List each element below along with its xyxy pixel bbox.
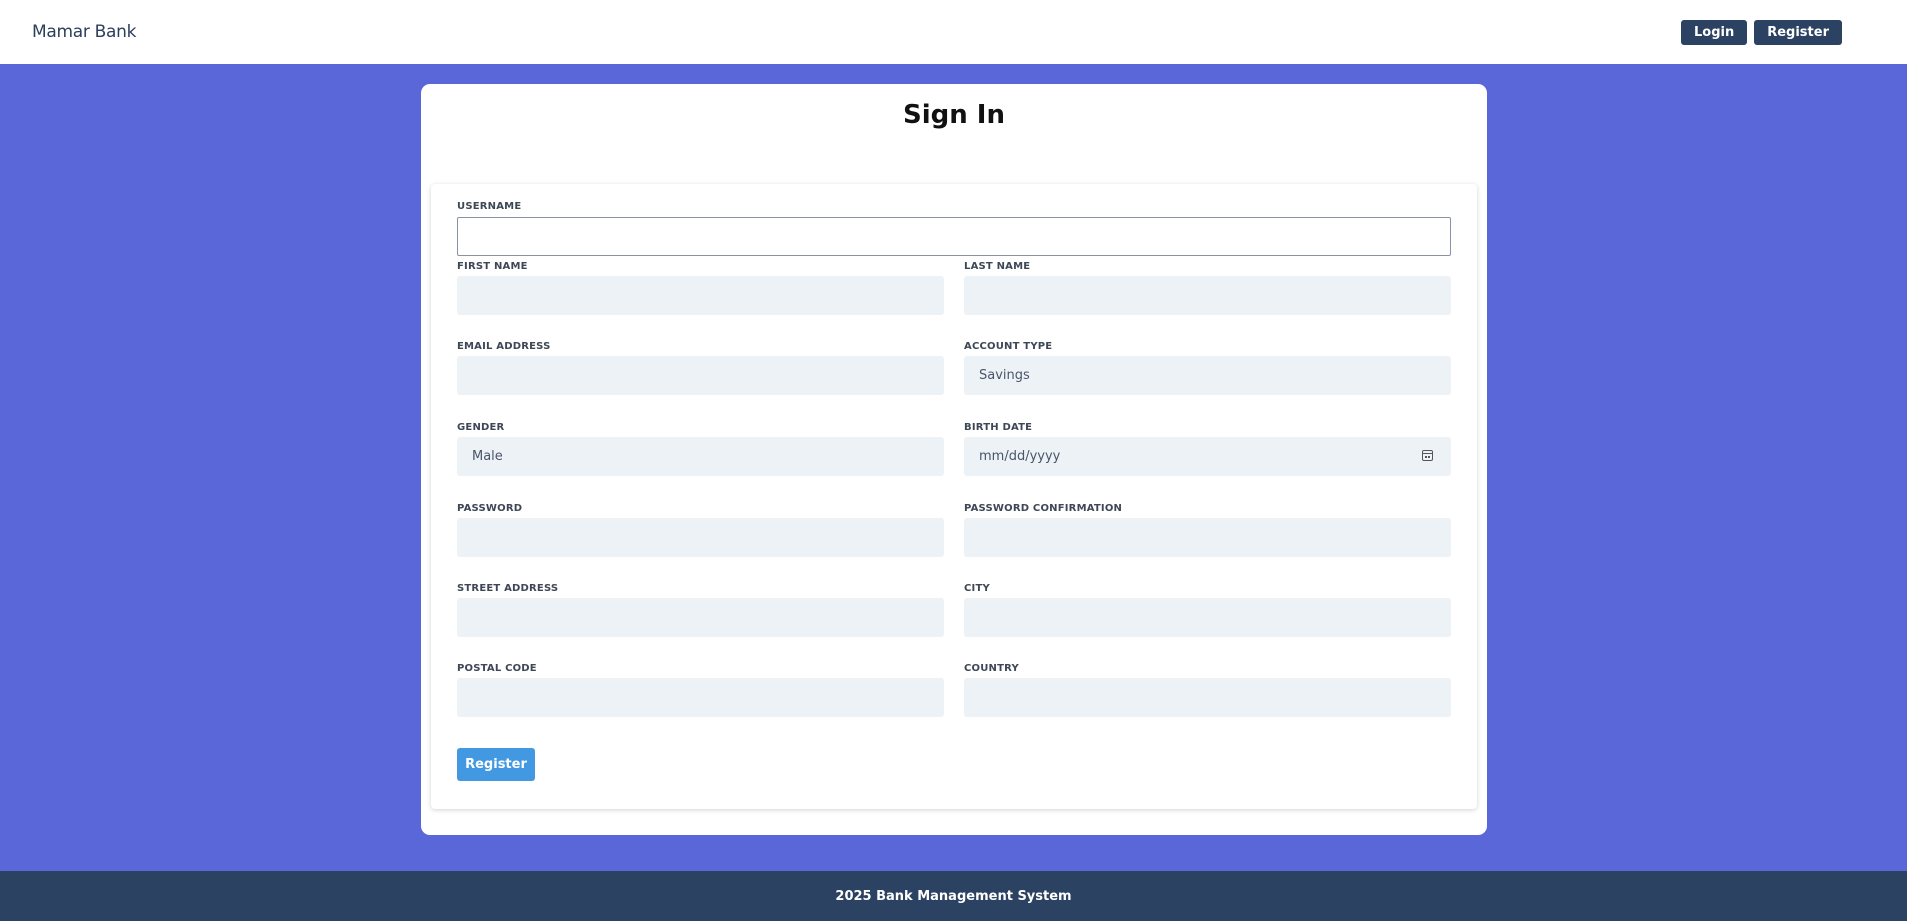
login-button[interactable]: Login [1680,19,1748,45]
postal-code-label: POSTAL CODE [457,663,537,674]
password-confirmation-input[interactable] [964,518,1451,557]
password-confirmation-field: PASSWORD CONFIRMATION [964,502,1451,557]
gender-field: GENDER Male [457,421,944,476]
username-field: USERNAME [457,200,1451,256]
last-name-input[interactable] [964,276,1451,315]
nav-buttons: Login Register [1680,19,1842,45]
country-label: COUNTRY [964,663,1019,674]
city-input[interactable] [964,598,1451,637]
street-address-input[interactable] [457,598,944,637]
first-name-input[interactable] [457,276,944,315]
gender-label: GENDER [457,422,505,433]
account-type-label: ACCOUNT TYPE [964,341,1053,352]
country-input[interactable] [964,678,1451,717]
register-nav-button[interactable]: Register [1754,19,1842,45]
username-input[interactable] [457,217,1451,256]
email-field: EMAIL ADDRESS [457,340,944,395]
first-name-label: FIRST NAME [457,261,528,272]
email-label: EMAIL ADDRESS [457,341,551,352]
last-name-field: LAST NAME [964,260,1451,315]
postal-code-field: POSTAL CODE [457,662,944,717]
gender-select[interactable]: Male [457,437,944,476]
postal-code-input[interactable] [457,678,944,717]
email-input[interactable] [457,356,944,395]
street-address-field: STREET ADDRESS [457,582,944,637]
register-submit-button[interactable]: Register [457,748,535,781]
password-label: PASSWORD [457,503,523,514]
navbar: Mamar Bank Login Register [0,0,1907,64]
last-name-label: LAST NAME [964,261,1031,272]
account-type-field: ACCOUNT TYPE Savings [964,340,1451,395]
birth-date-field: BIRTH DATE mm/dd/yyyy [964,421,1451,476]
first-name-field: FIRST NAME [457,260,944,315]
city-field: CITY [964,582,1451,637]
calendar-icon[interactable] [1422,450,1433,461]
page-title: Sign In [903,100,1005,130]
account-type-select[interactable]: Savings [964,356,1451,395]
city-label: CITY [964,583,990,594]
birth-date-input[interactable]: mm/dd/yyyy [964,437,1451,476]
footer-text: 2025 Bank Management System [835,888,1072,904]
password-field: PASSWORD [457,502,944,557]
signin-card: Sign In USERNAME FIRST NAME LAST NAME EM… [421,84,1487,835]
country-field: COUNTRY [964,662,1451,717]
password-confirmation-label: PASSWORD CONFIRMATION [964,503,1123,514]
username-label: USERNAME [457,201,522,212]
brand-logo[interactable]: Mamar Bank [32,22,136,42]
birth-date-label: BIRTH DATE [964,422,1033,433]
password-input[interactable] [457,518,944,557]
footer: 2025 Bank Management System [0,871,1907,921]
street-address-label: STREET ADDRESS [457,583,559,594]
birth-date-placeholder: mm/dd/yyyy [979,449,1061,464]
registration-form: USERNAME FIRST NAME LAST NAME EMAIL ADDR… [431,184,1477,809]
